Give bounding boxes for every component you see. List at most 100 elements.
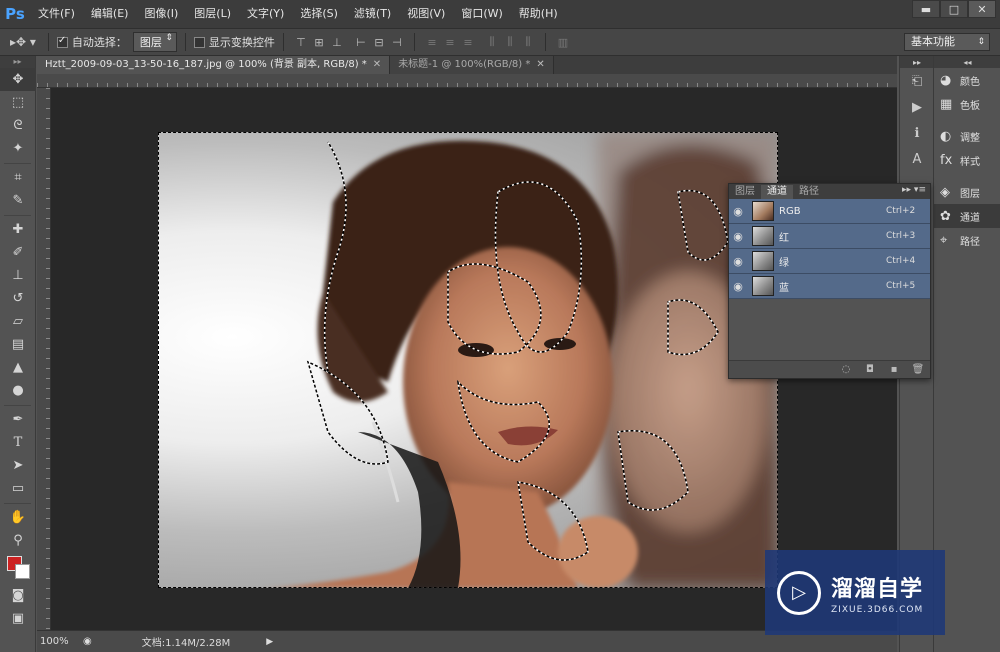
auto-select-checkbox[interactable]	[56, 35, 68, 48]
brush-icon[interactable]: ✐	[0, 241, 36, 264]
menu-file[interactable]: 文件(F)	[30, 0, 83, 28]
eyedropper-icon[interactable]: ✎	[0, 189, 36, 212]
hand-icon[interactable]: ✋	[0, 506, 36, 529]
channel-row-green[interactable]: ◉ 绿 Ctrl+4	[729, 249, 930, 274]
divider	[4, 402, 31, 406]
shape-icon[interactable]: ▭	[0, 477, 36, 500]
screen-mode-icon[interactable]: ▣	[0, 607, 36, 630]
gradient-icon[interactable]: ▤	[0, 333, 36, 356]
workspace-dropdown[interactable]: 基本功能	[904, 33, 990, 51]
healing-icon[interactable]: ✚	[0, 218, 36, 241]
move-tool-preset-icon[interactable]: ▸✥ ▾	[10, 35, 36, 49]
eye-icon[interactable]: ◉	[729, 255, 747, 268]
lasso-icon[interactable]: ᘓ	[0, 114, 36, 137]
dock-color[interactable]: ◕ 颜色	[934, 68, 1000, 92]
menu-filter[interactable]: 滤镜(T)	[346, 0, 399, 28]
marquee-icon[interactable]: ⬚	[0, 91, 36, 114]
menu-type[interactable]: 文字(Y)	[239, 0, 292, 28]
info-icon[interactable]: ℹ	[900, 120, 934, 146]
character-icon[interactable]: A	[900, 146, 934, 172]
channel-name: 绿	[779, 257, 789, 269]
save-selection-icon[interactable]: ◘	[858, 364, 882, 375]
align-vcenter-icon[interactable]: ⊞	[312, 35, 326, 49]
eye-icon[interactable]: ◉	[729, 205, 747, 218]
panel-menu-icon[interactable]: ▸▸ ▾≡	[902, 185, 926, 195]
menu-image[interactable]: 图像(I)	[136, 0, 186, 28]
path-select-icon[interactable]: ➤	[0, 454, 36, 477]
tab-channels[interactable]: 通道	[761, 185, 793, 199]
quick-select-icon[interactable]: ✦	[0, 137, 36, 160]
align-right-icon[interactable]: ⊣	[390, 35, 404, 49]
load-selection-icon[interactable]: ◌	[834, 364, 858, 375]
tab-label: Hztt_2009-09-03_13-50-16_187.jpg @ 100% …	[45, 59, 367, 70]
type-icon[interactable]: T	[0, 431, 36, 454]
color-swatches	[0, 552, 36, 584]
delete-channel-icon[interactable]: 🗑	[906, 364, 930, 375]
close-tab-icon[interactable]: ✕	[536, 59, 544, 70]
auto-align-icon[interactable]: ▥	[556, 35, 570, 49]
tab-document-2[interactable]: 未标题-1 @ 100%(RGB/8) * ✕	[390, 56, 554, 74]
stamp-icon[interactable]: ⊥	[0, 264, 36, 287]
distribute-left-icon[interactable]: ⫼	[485, 35, 499, 49]
pen-icon[interactable]: ✒	[0, 408, 36, 431]
actions-icon[interactable]: ▶	[900, 94, 934, 120]
distribute-right-icon[interactable]: ⫼	[521, 35, 535, 49]
dock-layers[interactable]: ◈ 图层	[934, 180, 1000, 204]
channel-shortcut: Ctrl+2	[886, 206, 916, 216]
align-top-icon[interactable]: ⊤	[294, 35, 308, 49]
status-arrow-icon[interactable]: ▶	[266, 637, 273, 647]
auto-select-target-dropdown[interactable]: 图层	[132, 32, 177, 52]
dock-collapse-handle[interactable]: ◂◂	[934, 56, 1000, 68]
dock-paths[interactable]: ⌖ 路径	[934, 228, 1000, 252]
selection-marquee	[158, 132, 778, 588]
distribute-bottom-icon[interactable]: ≡	[461, 35, 475, 49]
history-brush-icon[interactable]: ↺	[0, 287, 36, 310]
align-left-icon[interactable]: ⊢	[354, 35, 368, 49]
dock-channels[interactable]: ✿ 通道	[934, 204, 1000, 228]
menu-help[interactable]: 帮助(H)	[511, 0, 566, 28]
quick-mask-icon[interactable]: ◙	[0, 584, 36, 607]
channel-row-red[interactable]: ◉ 红 Ctrl+3	[729, 224, 930, 249]
close-button[interactable]: ✕	[968, 0, 996, 18]
tab-document-1[interactable]: Hztt_2009-09-03_13-50-16_187.jpg @ 100% …	[37, 56, 391, 74]
channel-row-blue[interactable]: ◉ 蓝 Ctrl+5	[729, 274, 930, 299]
maximize-button[interactable]: □	[940, 0, 968, 18]
tools-collapse-handle[interactable]: ▸▸	[0, 56, 35, 68]
distribute-top-icon[interactable]: ≡	[425, 35, 439, 49]
tab-layers[interactable]: 图层	[729, 185, 761, 199]
styles-icon: fx	[940, 152, 953, 168]
eye-icon[interactable]: ◉	[729, 230, 747, 243]
zoom-level[interactable]: 100%	[37, 636, 77, 647]
menu-layer[interactable]: 图层(L)	[186, 0, 239, 28]
align-bottom-icon[interactable]: ⊥	[330, 35, 344, 49]
move-icon[interactable]: ✥	[0, 68, 36, 91]
dodge-icon[interactable]: ●	[0, 379, 36, 402]
menu-edit[interactable]: 编辑(E)	[83, 0, 137, 28]
distribute-hcenter-icon[interactable]: ⫼	[503, 35, 517, 49]
distribute-vcenter-icon[interactable]: ≡	[443, 35, 457, 49]
blur-icon[interactable]: ▲	[0, 356, 36, 379]
history-icon[interactable]: ⎗	[900, 68, 934, 94]
close-tab-icon[interactable]: ✕	[373, 59, 381, 70]
strip-collapse-handle[interactable]: ▸▸	[900, 56, 934, 68]
show-transform-checkbox[interactable]	[193, 36, 205, 48]
watermark-url: ZIXUE.3D66.COM	[831, 604, 924, 615]
menu-view[interactable]: 视图(V)	[399, 0, 453, 28]
status-menu-icon[interactable]: ◉	[83, 636, 92, 647]
dock-swatches[interactable]: ▦ 色板	[934, 92, 1000, 116]
dock-adjustments[interactable]: ◐ 调整	[934, 124, 1000, 148]
background-color-swatch[interactable]	[15, 564, 30, 579]
new-channel-icon[interactable]: ▪	[882, 364, 906, 375]
crop-icon[interactable]: ⌗	[0, 166, 36, 189]
dock-styles[interactable]: fx 样式	[934, 148, 1000, 172]
channel-row-rgb[interactable]: ◉ RGB Ctrl+2	[729, 199, 930, 224]
tab-paths[interactable]: 路径	[793, 185, 825, 199]
menu-select[interactable]: 选择(S)	[292, 0, 346, 28]
channel-thumbnail	[752, 226, 774, 246]
minimize-button[interactable]: ▬	[912, 0, 940, 18]
align-hcenter-icon[interactable]: ⊟	[372, 35, 386, 49]
eraser-icon[interactable]: ▱	[0, 310, 36, 333]
zoom-icon[interactable]: ⚲	[0, 529, 36, 552]
menu-window[interactable]: 窗口(W)	[453, 0, 510, 28]
eye-icon[interactable]: ◉	[729, 280, 747, 293]
